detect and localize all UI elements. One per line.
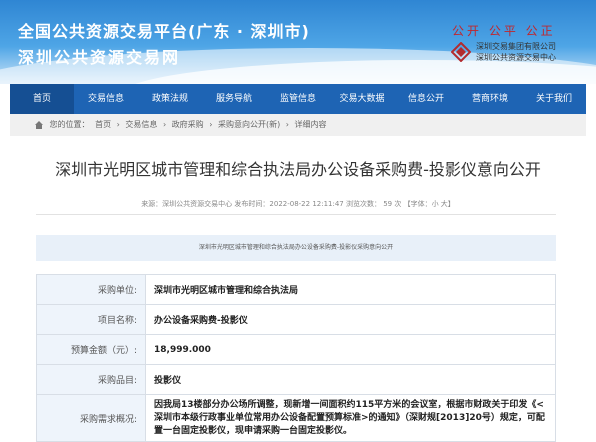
- home-icon: [35, 120, 43, 129]
- nav-item-service-guide[interactable]: 服务导航: [202, 84, 266, 114]
- org-name-group: 深圳交易集团有限公司: [476, 42, 556, 51]
- row-label: 采购需求概况:: [36, 394, 146, 442]
- row-value: 因我局13楼部分办公场所调整，现新增一间面积约115平方米的会议室，根据市财政关…: [145, 394, 556, 442]
- row-value: 18,999.000: [145, 334, 556, 365]
- site-header: 全国公共资源交易平台(广东 · 深圳市) 深圳公共资源交易网 公开 公平 公正 …: [0, 0, 596, 84]
- row-value: 深圳市光明区城市管理和综合执法局: [145, 274, 556, 305]
- breadcrumb-separator: ›: [162, 120, 167, 129]
- notice-heading: 深圳市光明区城市管理和综合执法局办公设备采购费-投影仪采购意向公开: [36, 235, 556, 261]
- table-row: 采购品目: 投影仪: [36, 364, 556, 395]
- breadcrumb-link-trade-info[interactable]: 交易信息: [125, 120, 157, 129]
- org-name-center: 深圳公共资源交易中心: [476, 53, 556, 62]
- platform-name[interactable]: 全国公共资源交易平台(广东 · 深圳市): [18, 18, 310, 42]
- nav-item-home[interactable]: 首页: [10, 84, 74, 114]
- slogan: 公开 公平 公正: [452, 24, 556, 38]
- nav-item-supervision[interactable]: 监管信息: [266, 84, 330, 114]
- nav-item-disclosure[interactable]: 信息公开: [394, 84, 458, 114]
- breadcrumb-separator: ›: [116, 120, 120, 129]
- nav-item-trade-info[interactable]: 交易信息: [74, 84, 138, 114]
- nav-item-about[interactable]: 关于我们: [522, 84, 586, 114]
- procurement-details-table: 采购单位: 深圳市光明区城市管理和综合执法局 项目名称: 办公设备采购费-投影仪…: [36, 274, 556, 442]
- row-label: 项目名称:: [36, 304, 146, 335]
- row-label: 预算金额（元）:: [36, 334, 146, 365]
- table-row: 采购单位: 深圳市光明区城市管理和综合执法局: [36, 274, 556, 305]
- breadcrumb-current: 详细内容: [294, 120, 327, 129]
- article-meta: 来源：深圳公共资源交易中心 发布时间：2022-08-22 12:11:47 浏…: [141, 200, 455, 208]
- nav-item-policy[interactable]: 政策法规: [138, 84, 202, 114]
- breadcrumb-link-intent-disclosure[interactable]: 采购意向公开(新): [218, 120, 280, 129]
- breadcrumb-link-gov-procurement[interactable]: 政府采购: [172, 120, 204, 129]
- row-label: 采购品目:: [36, 364, 146, 395]
- org-logo-icon: [451, 42, 471, 62]
- breadcrumb-prefix: 您的位置：: [49, 120, 90, 129]
- row-value: 投影仪: [145, 364, 556, 395]
- nav-item-big-data[interactable]: 交易大数据: [330, 84, 394, 114]
- divider: [36, 214, 556, 215]
- row-value: 办公设备采购费-投影仪: [145, 304, 556, 335]
- table-row: 项目名称: 办公设备采购费-投影仪: [36, 304, 556, 335]
- page-title: 深圳市光明区城市管理和综合执法局办公设备采购费-投影仪意向公开: [55, 160, 541, 179]
- row-label: 采购单位:: [36, 274, 146, 305]
- nav-item-business-env[interactable]: 营商环境: [458, 84, 522, 114]
- breadcrumb-link-home[interactable]: 首页: [95, 120, 111, 129]
- main-nav: 首页 交易信息 政策法规 服务导航 监管信息 交易大数据 信息公开 营商环境 关…: [10, 84, 586, 114]
- table-row: 采购需求概况: 因我局13楼部分办公场所调整，现新增一间面积约115平方米的会议…: [36, 394, 556, 442]
- breadcrumb-separator: ›: [209, 120, 213, 129]
- table-row: 预算金额（元）: 18,999.000: [36, 334, 556, 365]
- breadcrumb-separator: ›: [285, 120, 289, 129]
- site-name[interactable]: 深圳公共资源交易网: [18, 44, 180, 68]
- breadcrumb: 您的位置： 首页 › 交易信息 › 政府采购 › 采购意向公开(新) › 详细内…: [10, 114, 586, 136]
